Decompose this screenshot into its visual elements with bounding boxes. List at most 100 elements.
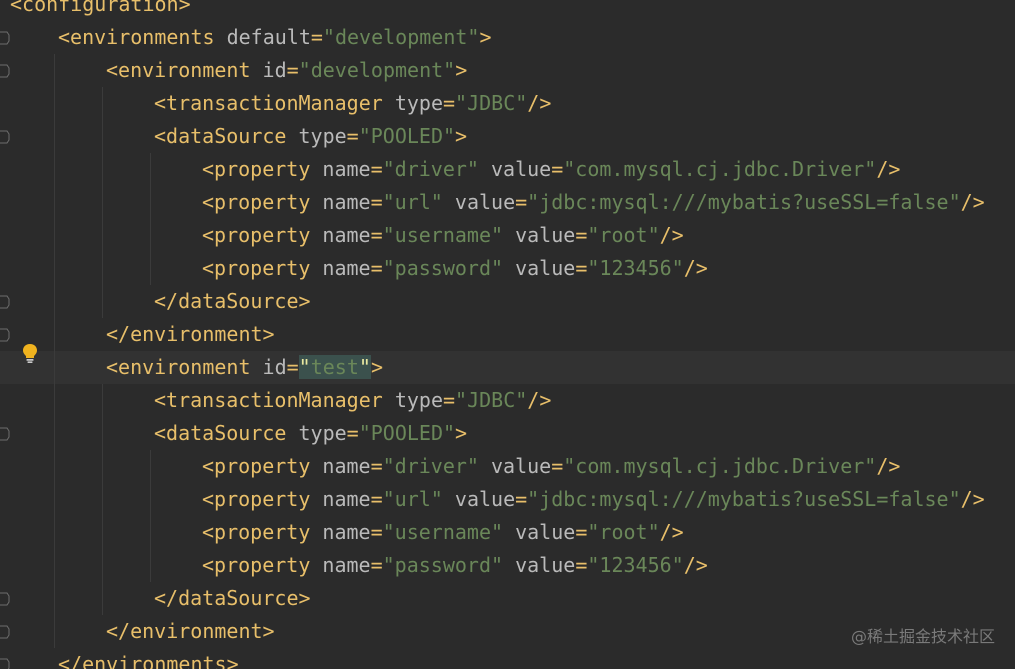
code-token: /> [683,553,708,577]
code-token: value [442,190,516,214]
code-token: value [503,256,576,280]
code-token: " [298,355,311,379]
code-line[interactable]: </environments> [0,648,1015,669]
code-token: name [310,256,371,280]
code-token: "jdbc:mysql:///mybatis?useSSL=false" [527,190,961,214]
code-token: "123456" [587,256,684,280]
code-token: "url" [382,190,443,214]
code-token: = [575,256,588,280]
code-line[interactable]: <transactionManager type="JDBC"/> [0,384,1015,417]
indent-guide [54,54,55,648]
code-token: "username" [382,520,504,544]
code-token: type [286,124,347,148]
code-line[interactable]: <dataSource type="POOLED"> [0,417,1015,450]
code-token: /> [527,91,552,115]
code-line[interactable]: <transactionManager type="JDBC"/> [0,87,1015,120]
code-token: = [515,190,528,214]
code-line[interactable]: </environment> [0,318,1015,351]
code-token: value [503,553,576,577]
code-line[interactable]: <dataSource type="POOLED"> [0,120,1015,153]
code-token: </environments> [58,652,239,669]
code-token: name [310,520,371,544]
code-editor[interactable]: <configuration> <environments default="de… [0,0,1015,669]
code-token: = [370,553,383,577]
code-token: "driver" [382,454,479,478]
code-token: "jdbc:mysql:///mybatis?useSSL=false" [527,487,961,511]
code-token: /> [876,454,901,478]
code-token: </environment> [106,322,275,346]
code-line-text: </environments> [58,648,239,669]
code-line-text: </dataSource> [154,285,311,318]
code-line-text: <environments default="development"> [58,21,492,54]
code-line[interactable]: <property name="driver" value="com.mysql… [0,450,1015,483]
code-token: = [370,157,383,181]
watermark-text: @稀土掘金技术社区 [850,627,995,646]
code-line[interactable]: <environment id="development"> [0,54,1015,87]
code-token: "POOLED" [358,421,456,445]
indent-guide [102,384,103,615]
code-token: = [443,91,456,115]
code-token: "development" [298,58,456,82]
code-token: type [382,388,443,412]
lightbulb-icon[interactable] [20,342,40,364]
code-line-text: <property name="username" value="root"/> [202,516,684,549]
code-token: value [503,520,576,544]
code-line[interactable]: <property name="url" value="jdbc:mysql:/… [0,186,1015,219]
code-token: name [310,190,371,214]
code-line[interactable]: <configuration> [0,0,1015,21]
code-line-text: <environment id="development"> [106,54,467,87]
code-token: = [575,520,588,544]
code-token: name [310,454,371,478]
code-token: /> [659,520,684,544]
code-line[interactable]: </dataSource> [0,582,1015,615]
code-token: "url" [382,487,443,511]
code-token: = [310,25,323,49]
code-token: = [370,520,383,544]
code-token: /> [527,388,552,412]
code-line[interactable]: <property name="username" value="root"/> [0,219,1015,252]
code-token: "com.mysql.cj.jdbc.Driver" [563,454,877,478]
code-token: <transactionManager [154,388,383,412]
code-line[interactable]: <property name="url" value="jdbc:mysql:/… [0,483,1015,516]
code-token: /> [683,256,708,280]
code-token: id [250,58,287,82]
code-token: <property [202,223,311,247]
code-token: = [346,124,359,148]
code-line-text: <dataSource type="POOLED"> [154,120,467,153]
code-token: = [370,454,383,478]
code-line[interactable]: <property name="driver" value="com.mysql… [0,153,1015,186]
code-token: "driver" [382,157,479,181]
code-token: type [382,91,443,115]
code-token: = [551,454,564,478]
code-token: <environment [106,355,251,379]
code-line[interactable]: <property name="password" value="123456"… [0,252,1015,285]
code-token: <configuration> [10,0,191,16]
code-line[interactable]: <environments default="development"> [0,21,1015,54]
code-line[interactable]: </dataSource> [0,285,1015,318]
code-token: = [370,256,383,280]
code-token: /> [960,190,985,214]
code-line-text: <transactionManager type="JDBC"/> [154,384,551,417]
code-token: name [310,157,371,181]
code-line-text: <configuration> [10,0,191,21]
code-token: = [286,355,299,379]
code-token: <property [202,190,311,214]
code-token: /> [876,157,901,181]
code-token: <environments [58,25,215,49]
code-token: "password" [382,256,504,280]
code-line[interactable]: <property name="password" value="123456"… [0,549,1015,582]
code-line-text: <property name="password" value="123456"… [202,252,708,285]
code-token: "username" [382,223,504,247]
code-token: <transactionManager [154,91,383,115]
code-line-text: <property name="password" value="123456"… [202,549,708,582]
code-token: = [286,58,299,82]
code-token: = [551,157,564,181]
indent-guide [102,87,103,318]
code-line[interactable]: <property name="username" value="root"/> [0,516,1015,549]
code-token: = [515,487,528,511]
code-token: = [575,223,588,247]
code-line[interactable]: <environment id="test"> [0,351,1015,384]
code-token: name [310,553,371,577]
code-line-text: <environment id="test"> [106,351,383,384]
code-token: </dataSource> [154,586,311,610]
